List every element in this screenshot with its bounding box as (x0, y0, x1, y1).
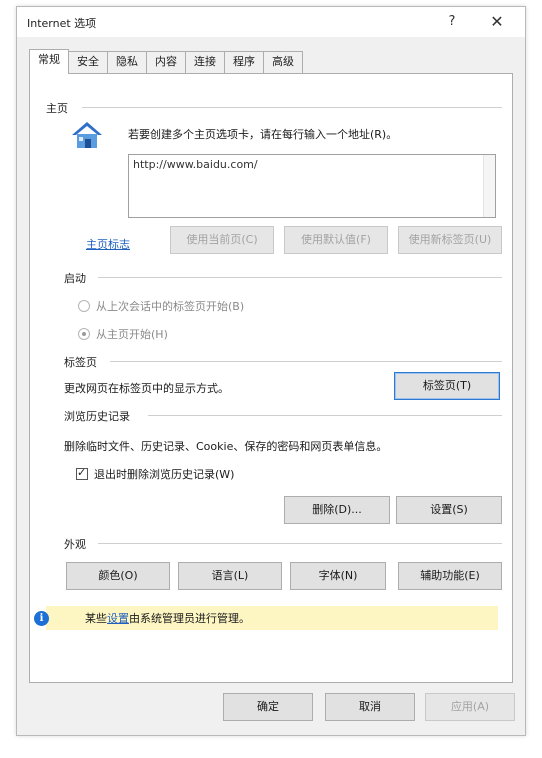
general-tab-panel: 主页 若要创建多个主页选项卡，请在每行输入一个地址(R)。 http://www… (29, 73, 513, 683)
tabs-settings-button[interactable]: 标签页(T) (394, 372, 500, 400)
checkbox-label: 退出时删除浏览历史记录(W) (94, 468, 235, 481)
delete-history-button[interactable]: 删除(D)... (284, 496, 390, 524)
history-description: 删除临时文件、历史记录、Cookie、保存的密码和网页表单信息。 (64, 440, 388, 453)
house-icon (70, 120, 104, 155)
tab-connections[interactable]: 连接 (185, 51, 225, 73)
ok-button[interactable]: 确定 (223, 693, 313, 721)
title-bar: Internet 选项 ? ✕ (17, 7, 525, 37)
info-text-after: 由系统管理员进行管理。 (129, 612, 250, 625)
close-button[interactable]: ✕ (485, 11, 509, 33)
homepage-description: 若要创建多个主页选项卡，请在每行输入一个地址(R)。 (128, 128, 398, 141)
apply-button[interactable]: 应用(A) (425, 693, 515, 721)
check-mark-icon: ✓ (77, 466, 87, 479)
languages-button[interactable]: 语言(L) (178, 562, 282, 590)
homepage-url-textarea[interactable]: http://www.baidu.com/ (128, 154, 496, 218)
tab-strip: 常规 安全 隐私 内容 连接 程序 高级 (29, 49, 303, 74)
tab-general[interactable]: 常规 (29, 49, 69, 74)
use-new-tab-button[interactable]: 使用新标签页(U) (398, 226, 502, 254)
divider (98, 543, 502, 544)
tabs-section-title: 标签页 (64, 356, 97, 369)
tab-advanced[interactable]: 高级 (263, 51, 303, 73)
use-default-button[interactable]: 使用默认值(F) (284, 226, 388, 254)
divider (148, 415, 502, 416)
divider (98, 277, 502, 278)
cancel-button[interactable]: 取消 (325, 693, 415, 721)
help-button[interactable]: ? (441, 11, 463, 33)
colors-button[interactable]: 颜色(O) (66, 562, 170, 590)
history-section-title: 浏览历史记录 (64, 410, 130, 423)
delete-on-exit-option[interactable]: ✓ 退出时删除浏览历史记录(W) (76, 466, 234, 482)
homepage-section-title: 主页 (46, 102, 68, 115)
internet-options-dialog: Internet 选项 ? ✕ 常规 安全 隐私 内容 连接 程序 高级 主页 … (16, 6, 526, 736)
tab-privacy[interactable]: 隐私 (107, 51, 147, 73)
info-settings-link[interactable]: 设置 (107, 610, 129, 626)
tab-programs[interactable]: 程序 (224, 51, 264, 73)
textarea-scrollbar[interactable] (483, 155, 495, 217)
accessibility-button[interactable]: 辅助功能(E) (398, 562, 502, 590)
checkbox[interactable]: ✓ (76, 466, 88, 480)
managed-settings-infobar: i 某些 设置 由系统管理员进行管理。 (34, 606, 498, 630)
startup-section-title: 启动 (64, 272, 86, 285)
radio-label: 从主页开始(H) (96, 328, 168, 341)
info-icon: i (34, 610, 49, 626)
fonts-button[interactable]: 字体(N) (290, 562, 386, 590)
tab-security[interactable]: 安全 (68, 51, 108, 73)
tab-content[interactable]: 内容 (146, 51, 186, 73)
radio-button[interactable] (78, 328, 90, 340)
startup-option-homepage[interactable]: 从主页开始(H) (78, 326, 168, 342)
tabs-description: 更改网页在标签页中的显示方式。 (64, 382, 229, 395)
homepage-link[interactable]: 主页标志 (86, 236, 130, 252)
divider (110, 361, 502, 362)
use-current-button[interactable]: 使用当前页(C) (170, 226, 274, 254)
window-title: Internet 选项 (27, 17, 97, 30)
divider (82, 107, 502, 108)
startup-option-last-session[interactable]: 从上次会话中的标签页开始(B) (78, 298, 244, 314)
history-settings-button[interactable]: 设置(S) (396, 496, 502, 524)
info-text-before: 某些 (85, 612, 107, 625)
radio-button[interactable] (78, 300, 90, 312)
appearance-section-title: 外观 (64, 538, 86, 551)
radio-label: 从上次会话中的标签页开始(B) (96, 300, 245, 313)
homepage-url-value: http://www.baidu.com/ (133, 158, 258, 171)
